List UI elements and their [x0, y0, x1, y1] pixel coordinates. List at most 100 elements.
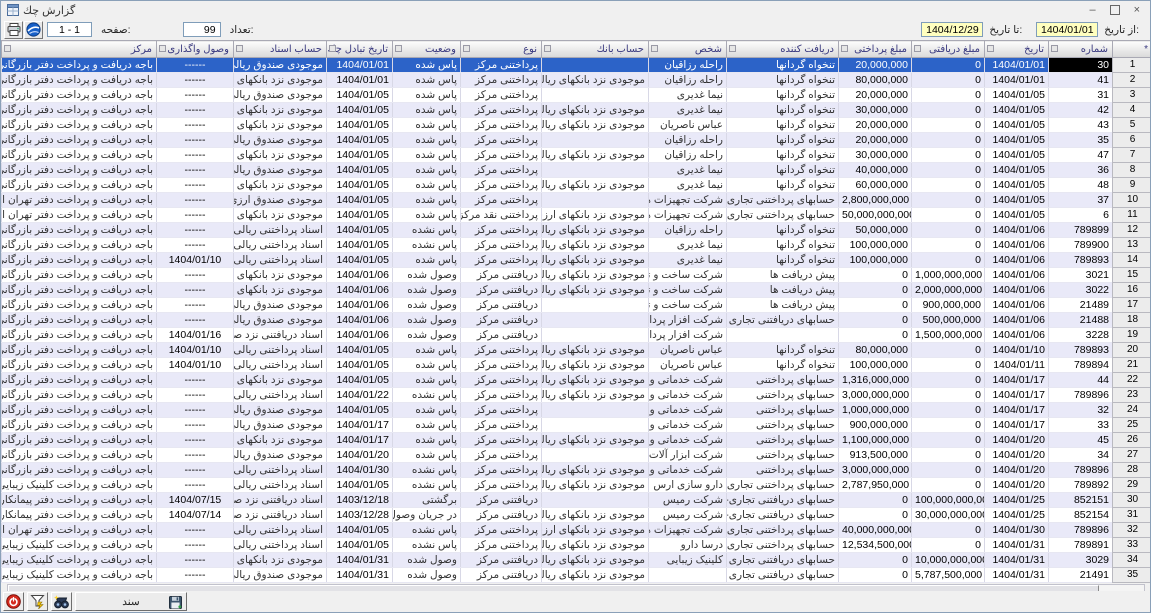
cell-center[interactable]: باجه دریافت و پرداخت دفتر بازرگانی آبی: [2, 373, 157, 388]
cell-received[interactable]: 1,500,000,000: [912, 328, 985, 343]
cell-date[interactable]: 1404/01/05: [985, 148, 1049, 163]
cell-date[interactable]: 1404/01/05: [985, 118, 1049, 133]
cell-receiver[interactable]: حسابهای پرداختنی تجاری: [727, 523, 839, 538]
cell-date[interactable]: 1404/01/06: [985, 223, 1049, 238]
row-marker[interactable]: 16: [1113, 283, 1151, 298]
cell-receiver[interactable]: پیش دریافت ها: [727, 268, 839, 283]
cell-center[interactable]: باجه دریافت و پرداخت دفتر بازرگانی آبی: [2, 403, 157, 418]
cell-received[interactable]: 0: [912, 118, 985, 133]
refresh-button[interactable]: [24, 21, 43, 39]
cell-received[interactable]: 5,787,500,000: [912, 568, 985, 583]
row-marker[interactable]: 24: [1113, 403, 1151, 418]
cell-exchange_date[interactable]: 1404/01/05: [327, 148, 393, 163]
cell-date[interactable]: 1404/01/05: [985, 193, 1049, 208]
col-header-doc_account[interactable]: حساب اسناد: [234, 41, 327, 58]
cell-assignment[interactable]: ------: [157, 283, 234, 298]
cell-exchange_date[interactable]: 1404/01/06: [327, 283, 393, 298]
cell-number[interactable]: 37: [1049, 193, 1113, 208]
cell-center[interactable]: باجه دریافت و پرداخت کلینیک زیبایی آبی: [2, 478, 157, 493]
cell-type[interactable]: پرداختنی مرکز: [461, 223, 542, 238]
cell-doc_account[interactable]: موجودی صندوق ریالی: [234, 88, 327, 103]
cell-exchange_date[interactable]: 1404/01/31: [327, 568, 393, 583]
cell-bank_account[interactable]: موجودی نزد بانکهای ریالی: [542, 118, 649, 133]
cell-assignment[interactable]: ------: [157, 403, 234, 418]
row-marker[interactable]: 26: [1113, 433, 1151, 448]
cell-paid[interactable]: 1,100,000,000: [839, 433, 912, 448]
column-filter-box[interactable]: [729, 45, 736, 52]
cell-date[interactable]: 1404/01/06: [985, 298, 1049, 313]
cell-status[interactable]: پاس نشده: [393, 538, 461, 553]
cell-doc_account[interactable]: موجودی نزد بانکهای ریالی: [234, 283, 327, 298]
row-marker[interactable]: 28: [1113, 463, 1151, 478]
cell-status[interactable]: پاس شده: [393, 433, 461, 448]
cell-paid[interactable]: 12,534,500,000: [839, 538, 912, 553]
cell-exchange_date[interactable]: 1404/01/05: [327, 208, 393, 223]
cell-assignment[interactable]: 1404/01/10: [157, 343, 234, 358]
cell-receiver[interactable]: تنخواه گردانها: [727, 58, 839, 73]
cell-exchange_date[interactable]: 1404/01/06: [327, 268, 393, 283]
cell-received[interactable]: 500,000,000: [912, 313, 985, 328]
cell-type[interactable]: دریافتنی مرکز: [461, 298, 542, 313]
cell-person[interactable]: شرکت تجهیزات هارمونی: [649, 208, 727, 223]
cell-status[interactable]: پاس شده: [393, 133, 461, 148]
cell-bank_account[interactable]: موجودی نزد بانکهای ریالی: [542, 73, 649, 88]
column-filter-box[interactable]: [395, 45, 402, 52]
cell-date[interactable]: 1404/01/05: [985, 163, 1049, 178]
col-header-date[interactable]: تاریخ: [985, 41, 1049, 58]
cell-person[interactable]: نیما غدیری: [649, 253, 727, 268]
cell-doc_account[interactable]: اسناد پرداختنی ریالی: [234, 538, 327, 553]
cell-assignment[interactable]: ------: [157, 133, 234, 148]
cell-received[interactable]: 0: [912, 223, 985, 238]
cell-received[interactable]: 0: [912, 418, 985, 433]
cell-received[interactable]: 0: [912, 178, 985, 193]
cell-person[interactable]: شرکت خدماتی و تجاری د: [649, 373, 727, 388]
cell-person[interactable]: عباس ناصریان: [649, 118, 727, 133]
cell-assignment[interactable]: ------: [157, 538, 234, 553]
cell-person[interactable]: عباس ناصریان: [649, 343, 727, 358]
cell-status[interactable]: پاس شده: [393, 103, 461, 118]
cell-assignment[interactable]: ------: [157, 163, 234, 178]
cell-doc_account[interactable]: موجودی صندوق ریالی: [234, 58, 327, 73]
cell-received[interactable]: 0: [912, 208, 985, 223]
cell-doc_account[interactable]: موجودی نزد بانکهای ریالی: [234, 73, 327, 88]
cell-number[interactable]: 3228: [1049, 328, 1113, 343]
cell-receiver[interactable]: پیش دریافت ها: [727, 298, 839, 313]
cell-paid[interactable]: 100,000,000: [839, 238, 912, 253]
cell-date[interactable]: 1404/01/06: [985, 238, 1049, 253]
cell-date[interactable]: 1404/01/17: [985, 403, 1049, 418]
row-marker[interactable]: 9: [1113, 178, 1151, 193]
cell-type[interactable]: پرداختنی مرکز: [461, 418, 542, 433]
cell-receiver[interactable]: حسابهای پرداختنی تجاری: [727, 478, 839, 493]
cell-center[interactable]: باجه دریافت و پرداخت دفتر بازرگانی آبی: [2, 223, 157, 238]
cell-status[interactable]: پاس نشده: [393, 478, 461, 493]
cell-person[interactable]: نیما غدیری: [649, 103, 727, 118]
row-marker[interactable]: 6: [1113, 133, 1151, 148]
row-marker[interactable]: 4: [1113, 103, 1151, 118]
cell-number[interactable]: 35: [1049, 133, 1113, 148]
cell-received[interactable]: 30,000,000,000: [912, 508, 985, 523]
cell-person[interactable]: شرکت خدماتی و تجاری د: [649, 403, 727, 418]
cell-bank_account[interactable]: موجودی نزد بانکهای ریالی: [542, 343, 649, 358]
cell-number[interactable]: 789899: [1049, 223, 1113, 238]
row-marker[interactable]: 14: [1113, 253, 1151, 268]
row-marker[interactable]: 34: [1113, 553, 1151, 568]
cell-status[interactable]: پاس شده: [393, 118, 461, 133]
cell-bank_account[interactable]: موجودی نزد بانکهای ریالی: [542, 103, 649, 118]
cell-person[interactable]: شرکت خدماتی و تجاری د: [649, 433, 727, 448]
cell-number[interactable]: 21491: [1049, 568, 1113, 583]
cell-receiver[interactable]: حسابهای پرداختنی: [727, 463, 839, 478]
cell-bank_account[interactable]: موجودی نزد بانکهای ریالی: [542, 388, 649, 403]
cell-status[interactable]: پاس شده: [393, 163, 461, 178]
cell-status[interactable]: پاس نشده: [393, 523, 461, 538]
cell-receiver[interactable]: تنخواه گردانها: [727, 253, 839, 268]
cell-doc_account[interactable]: موجودی نزد بانکهای ریالی: [234, 553, 327, 568]
cell-number[interactable]: 789896: [1049, 388, 1113, 403]
cell-person[interactable]: راحله رزاقیان: [649, 58, 727, 73]
row-marker[interactable]: 23: [1113, 388, 1151, 403]
cell-type[interactable]: پرداختنی مرکز: [461, 373, 542, 388]
cell-number[interactable]: 3029: [1049, 553, 1113, 568]
cell-center[interactable]: باجه دریافت و پرداخت دفتر بازرگانی آبی: [2, 88, 157, 103]
cell-receiver[interactable]: تنخواه گردانها: [727, 223, 839, 238]
cell-doc_account[interactable]: موجودی نزد بانکهای ریالی: [234, 373, 327, 388]
cell-paid[interactable]: 900,000,000: [839, 418, 912, 433]
